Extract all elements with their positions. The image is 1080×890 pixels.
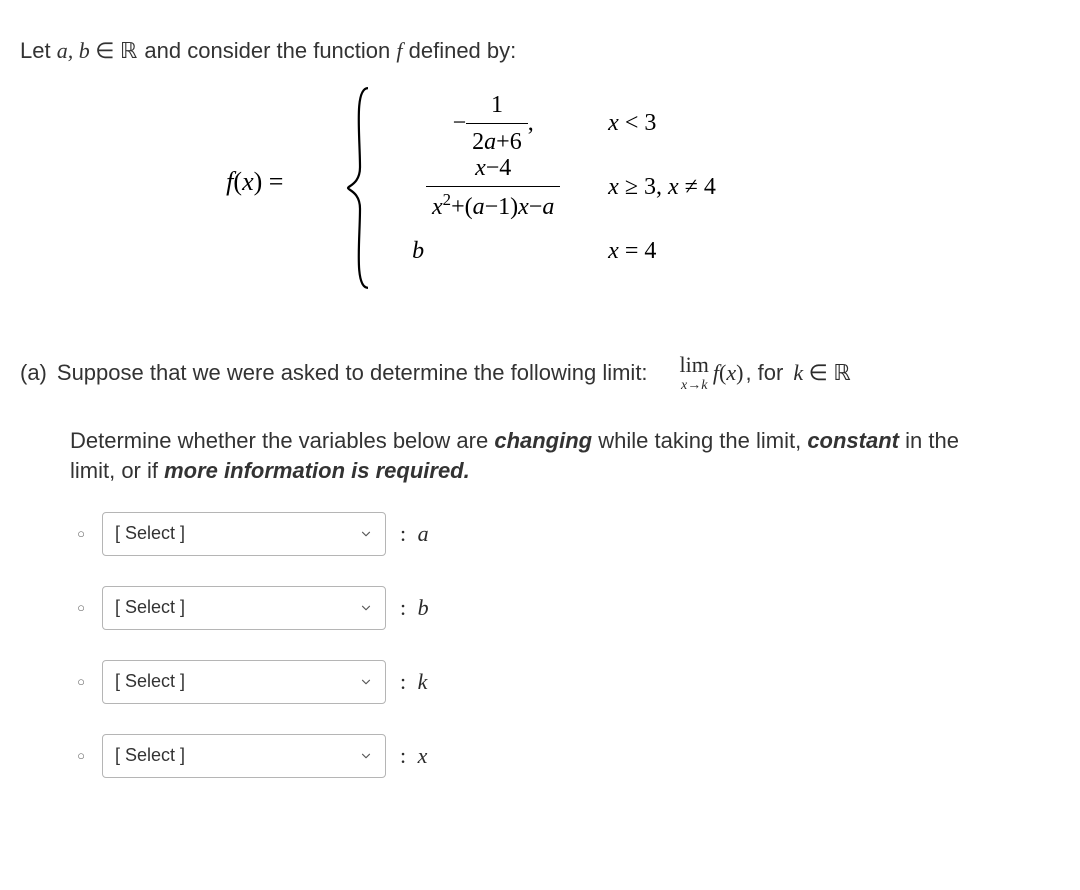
chevron-down-icon (359, 527, 373, 541)
row-k: ○ [ Select ] : k (70, 660, 1060, 704)
ne4: ≠ 4 (679, 174, 716, 200)
select-x[interactable]: [ Select ] (102, 734, 386, 778)
part-a: (a) Suppose that we were asked to determ… (20, 350, 1060, 778)
bullet-icon: ○ (70, 734, 92, 778)
row-a: ○ [ Select ] : a (70, 512, 1060, 556)
d2: −1) (485, 194, 519, 220)
bullet-icon: ○ (70, 660, 92, 704)
ge3: ≥ 3, (619, 174, 668, 200)
piecewise-function: f(x) = − 1 2a+6 , (20, 92, 1060, 284)
intro-text: Let a, b ∈ ℝ and consider the function f… (20, 36, 1060, 66)
d3: − (529, 194, 543, 220)
a2: a (542, 194, 554, 220)
dropdown-list: ○ [ Select ] : a ○ [ Select ] : b (70, 512, 1060, 778)
select-k[interactable]: [ Select ] (102, 660, 386, 704)
select-a[interactable]: [ Select ] (102, 512, 386, 556)
var-ab: a, b (57, 38, 90, 63)
num: 1 (491, 92, 503, 118)
lead-text: Suppose that we were asked to determine … (57, 358, 648, 388)
x: x (518, 194, 529, 220)
var-label-x: : x (400, 741, 427, 771)
a: a (473, 194, 485, 220)
cases: − 1 2a+6 , x < 3 x−4 (388, 92, 716, 284)
limit-prompt: (a) Suppose that we were asked to determ… (20, 350, 1060, 397)
reals-symbol: ℝ (120, 38, 138, 63)
case-cond-3: x = 4 (608, 235, 656, 267)
x: x (475, 155, 486, 181)
changing: changing (494, 428, 592, 453)
d1: +( (451, 194, 473, 220)
x: x (608, 238, 619, 264)
select-label: [ Select ] (115, 743, 185, 767)
instruction-text: Determine whether the variables below ar… (70, 426, 1060, 485)
case-expr-3: b (388, 235, 598, 267)
fx: f(x) (713, 358, 744, 388)
limit-expression: lim x→k (680, 350, 709, 397)
piecewise-inner: f(x) = − 1 2a+6 , (364, 92, 716, 284)
x: x (668, 174, 679, 200)
case-row-3: b x = 4 (388, 220, 716, 284)
t: while taking the limit, (592, 428, 807, 453)
comma: , (528, 107, 534, 139)
k-in-R: k ∈ ℝ (793, 358, 851, 388)
bullet-icon: ○ (70, 512, 92, 556)
case-cond-1: x < 3 (608, 107, 656, 139)
lt3: < 3 (619, 110, 657, 136)
fraction-1: 1 2a+6 (466, 89, 528, 159)
select-label: [ Select ] (115, 521, 185, 545)
select-b[interactable]: [ Select ] (102, 586, 386, 630)
minus: − (453, 107, 467, 139)
bullet-icon: ○ (70, 586, 92, 630)
more-info: more information is required. (164, 458, 470, 483)
row-b: ○ [ Select ] : b (70, 586, 1060, 630)
t: Determine whether the variables below ar… (70, 428, 494, 453)
lim: lim (680, 350, 709, 380)
x: x (608, 110, 619, 136)
case-row-1: − 1 2a+6 , x < 3 (388, 92, 716, 156)
case-row-2: x−4 x2+(a−1)x−a x ≥ 3, x ≠ 4 (388, 156, 716, 220)
case-expr-1: − 1 2a+6 , (388, 89, 598, 159)
var-label-k: : k (400, 667, 427, 697)
x: x (608, 174, 619, 200)
f: f (226, 167, 233, 196)
m4: −4 (486, 155, 512, 181)
eq4: = 4 (619, 238, 657, 264)
constant: constant (807, 428, 899, 453)
function-lhs: f(x) = (226, 164, 283, 199)
part-label: (a) (20, 358, 47, 388)
chevron-down-icon (359, 601, 373, 615)
t: in the (899, 428, 959, 453)
var-label-a: : a (400, 519, 429, 549)
in-symbol: ∈ (90, 38, 120, 63)
fraction-2: x−4 x2+(a−1)x−a (426, 152, 560, 224)
eq: = (262, 167, 283, 196)
select-label: [ Select ] (115, 595, 185, 619)
select-label: [ Select ] (115, 669, 185, 693)
t: limit, or if (70, 458, 164, 483)
lim-sub: x→k (681, 377, 707, 396)
question-page: Let a, b ∈ ℝ and consider the function f… (0, 0, 1080, 828)
txt: defined by: (403, 38, 517, 63)
txt: and consider the function (138, 38, 396, 63)
case-expr-2: x−4 x2+(a−1)x−a (388, 152, 598, 224)
chevron-down-icon (359, 749, 373, 763)
case-cond-2: x ≥ 3, x ≠ 4 (608, 171, 716, 203)
row-x: ○ [ Select ] : x (70, 734, 1060, 778)
for-text: , for (745, 358, 783, 388)
txt: Let (20, 38, 57, 63)
x2: x (432, 194, 443, 220)
b: b (412, 235, 424, 267)
left-brace-icon (344, 84, 374, 292)
var-label-b: : b (400, 593, 429, 623)
chevron-down-icon (359, 675, 373, 689)
x: x (242, 167, 254, 196)
